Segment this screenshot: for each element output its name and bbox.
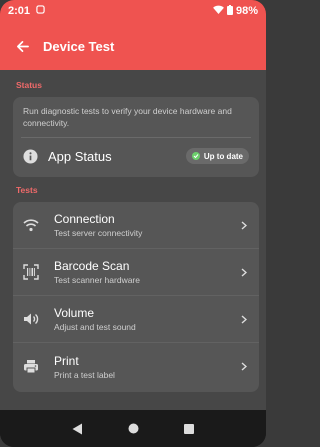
test-item-connection[interactable]: Connection Test server connectivity: [13, 202, 259, 249]
app-status-label: App Status: [48, 148, 112, 164]
wifi-signal-icon: [213, 5, 224, 17]
page-title: Device Test: [43, 38, 115, 54]
volume-icon: [23, 311, 39, 327]
chevron-right-icon: [239, 362, 249, 372]
test-item-subtitle: Test scanner hardware: [54, 275, 140, 285]
test-item-subtitle: Print a test label: [54, 369, 115, 380]
device-frame: 2:01 98% Device Test Status Run diagnost…: [0, 0, 266, 447]
status-badge-text: Up to date: [203, 151, 243, 161]
test-item-barcode-scan[interactable]: Barcode Scan Test scanner hardware: [13, 249, 259, 296]
test-item-title: Volume: [54, 306, 95, 320]
printer-icon: [23, 359, 39, 375]
test-item-title: Barcode Scan: [54, 259, 130, 273]
status-badge: Up to date: [185, 148, 249, 164]
battery-level: 98%: [235, 5, 258, 17]
wifi-icon: [23, 217, 39, 233]
test-item-volume[interactable]: Volume Adjust and test sound: [13, 296, 259, 343]
status-card: Run diagnostic tests to verify your devi…: [13, 97, 259, 177]
status-description: Run diagnostic tests to verify your devi…: [23, 106, 232, 128]
status-time: 2:01: [8, 5, 31, 17]
test-item-title: Print: [54, 353, 79, 368]
nav-recents-icon[interactable]: [183, 423, 194, 434]
chevron-right-icon: [239, 220, 249, 230]
chevron-right-icon: [239, 267, 249, 277]
info-icon: [23, 148, 38, 164]
app-status-row: App Status Up to date: [13, 138, 259, 174]
nav-home-icon[interactable]: [128, 423, 139, 434]
status-right: 98%: [213, 4, 258, 18]
section-label-tests: Tests: [16, 185, 38, 195]
tests-card: Connection Test server connectivity Barc…: [13, 202, 259, 392]
test-item-title: Connection: [54, 212, 115, 226]
test-item-print[interactable]: Print Print a test label: [13, 343, 259, 390]
main-content: Status Run diagnostic tests to verify yo…: [0, 70, 266, 410]
barcode-scan-icon: [23, 264, 39, 280]
test-item-subtitle: Adjust and test sound: [54, 322, 136, 332]
status-bar: 2:01 98%: [0, 0, 266, 22]
test-item-subtitle: Test server connectivity: [54, 228, 143, 238]
nav-back-icon[interactable]: [72, 423, 83, 435]
app-bar: Device Test: [0, 22, 266, 70]
notification-icon: [36, 5, 45, 17]
back-arrow-icon[interactable]: [16, 40, 29, 53]
chevron-right-icon: [239, 314, 249, 324]
section-label-status: Status: [16, 80, 42, 90]
battery-icon: [226, 4, 233, 18]
check-icon: [191, 152, 200, 160]
system-nav-bar: [0, 410, 266, 447]
